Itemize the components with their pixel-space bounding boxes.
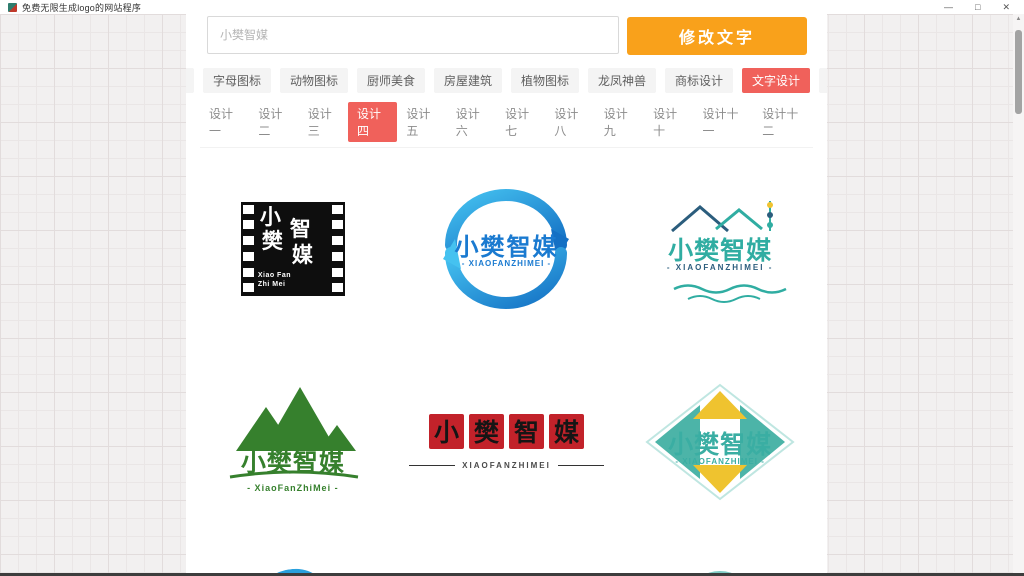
tab-letter-icons[interactable]: 字母图标 <box>203 68 271 93</box>
logo-cell-red-seal[interactable]: 小 樊 智 媒 XIAOFANZHIMEI <box>400 345 614 538</box>
text-edit-row: 修改文字 <box>186 14 827 55</box>
logo-latin-text: - XiaoFanZhiMei - <box>218 483 368 493</box>
tab-european-pattern[interactable]: 欧式花纹 <box>819 68 827 93</box>
tab-design-9[interactable]: 设计九 <box>595 102 644 142</box>
logo-char: 樊 <box>262 231 283 252</box>
seal-stamp: 樊 <box>469 414 504 449</box>
tab-text-design[interactable]: 文字设计 <box>742 68 810 93</box>
partial-blue-logo <box>261 566 325 573</box>
vertical-scrollbar[interactable]: ▲ <box>1013 14 1024 573</box>
tab-design-12[interactable]: 设计十二 <box>753 102 813 142</box>
app-icon <box>8 3 17 12</box>
seal-stamp: 媒 <box>549 414 584 449</box>
logo-cell-partial-middle[interactable] <box>400 538 614 573</box>
logo-grid: 小 樊 智 媒 Xiao Fan Zhi Mei <box>186 152 827 573</box>
seal-characters: 小 樊 智 媒 <box>429 414 584 449</box>
divider-line <box>558 465 604 466</box>
logo-cn-text: 小樊智媒 <box>645 425 795 461</box>
logo-cell-partial-right[interactable] <box>613 538 827 573</box>
category-tabs: 最新图标 字母图标 动物图标 厨师美食 房屋建筑 植物图标 龙凤神兽 商标设计 … <box>186 68 827 93</box>
green-mountain-logo: 小樊智媒 - XiaoFanZhiMei - <box>218 381 368 503</box>
tab-design-1[interactable]: 设计一 <box>200 102 249 142</box>
design-tabs: 设计一 设计二 设计三 设计四 设计五 设计六 设计七 设计八 设计九 设计十 … <box>200 102 813 148</box>
logo-cell-film-strip[interactable]: 小 樊 智 媒 Xiao Fan Zhi Mei <box>186 152 400 345</box>
logo-latin-text: - XIAOFANZHIMEI - <box>433 259 579 268</box>
film-logo-text: 小 樊 智 媒 Xiao Fan Zhi Mei <box>254 205 332 293</box>
diamond-logo: 小樊智媒 - XIAOFANZHIMEI - <box>645 381 795 503</box>
film-strip-logo: 小 樊 智 媒 Xiao Fan Zhi Mei <box>241 202 345 296</box>
tab-design-10[interactable]: 设计十 <box>644 102 693 142</box>
tab-design-5[interactable]: 设计五 <box>397 102 446 142</box>
tab-plant-icons[interactable]: 植物图标 <box>511 68 579 93</box>
divider-line <box>409 465 455 466</box>
tab-dragon-phoenix[interactable]: 龙凤神兽 <box>588 68 656 93</box>
logo-cn-text: 小樊智媒 <box>433 227 579 262</box>
tab-chef-food[interactable]: 厨师美食 <box>357 68 425 93</box>
window-controls: — □ ✕ <box>944 2 1018 12</box>
logo-cell-green-mountain[interactable]: 小樊智媒 - XiaoFanZhiMei - <box>186 345 400 538</box>
tab-design-6[interactable]: 设计六 <box>447 102 496 142</box>
logo-cell-partial-left[interactable] <box>186 538 400 573</box>
logo-cell-diamond[interactable]: 小樊智媒 - XIAOFANZHIMEI - <box>613 345 827 538</box>
minimize-button[interactable]: — <box>944 2 953 12</box>
scrollbar-thumb[interactable] <box>1015 30 1022 114</box>
logo-latin-text: Xiao Fan Zhi Mei <box>258 271 291 289</box>
red-seal-logo: 小 樊 智 媒 XIAOFANZHIMEI <box>409 414 604 470</box>
logo-char: 小 <box>260 207 281 228</box>
logo-latin-text: - XIAOFANZHIMEI - <box>644 263 796 272</box>
tab-latest-icons[interactable]: 最新图标 <box>186 68 194 93</box>
maximize-button[interactable]: □ <box>975 2 980 12</box>
seal-stamp: 智 <box>509 414 544 449</box>
seal-latin-row: XIAOFANZHIMEI <box>409 461 604 470</box>
logo-cn-text: 小樊智媒 <box>644 231 796 267</box>
tab-design-11[interactable]: 设计十一 <box>693 102 753 142</box>
film-holes-left <box>243 205 254 293</box>
modify-text-button[interactable]: 修改文字 <box>627 17 807 55</box>
logo-text-input[interactable] <box>207 16 619 54</box>
main-panel: 修改文字 最新图标 字母图标 动物图标 厨师美食 房屋建筑 植物图标 龙凤神兽 … <box>186 14 827 573</box>
window-title: 免费无限生成logo的网站程序 <box>22 1 141 14</box>
logo-char: 媒 <box>292 245 313 266</box>
tab-trademark-design[interactable]: 商标设计 <box>665 68 733 93</box>
logo-cell-teal-house[interactable]: 小樊智媒 - XIAOFANZHIMEI - <box>613 152 827 345</box>
teal-house-logo: 小樊智媒 - XIAOFANZHIMEI - <box>644 183 796 315</box>
seal-stamp: 小 <box>429 414 464 449</box>
blue-swirl-logo: 小樊智媒 - XIAOFANZHIMEI - <box>433 183 579 315</box>
tab-architecture[interactable]: 房屋建筑 <box>434 68 502 93</box>
logo-latin-text: - XIAOFANZHIMEI - <box>645 457 795 466</box>
tab-design-3[interactable]: 设计三 <box>299 102 348 142</box>
logo-cell-blue-swirl[interactable]: 小樊智媒 - XIAOFANZHIMEI - <box>400 152 614 345</box>
tab-animal-icons[interactable]: 动物图标 <box>280 68 348 93</box>
tab-design-4[interactable]: 设计四 <box>348 102 397 142</box>
tab-design-8[interactable]: 设计八 <box>545 102 594 142</box>
logo-char: 智 <box>290 219 311 240</box>
scroll-up-arrow-icon[interactable]: ▲ <box>1013 16 1024 22</box>
logo-cn-text: 小樊智媒 <box>218 443 368 479</box>
tab-design-7[interactable]: 设计七 <box>496 102 545 142</box>
window-titlebar: 免费无限生成logo的网站程序 — □ ✕ <box>0 0 1024 14</box>
close-button[interactable]: ✕ <box>1002 2 1010 12</box>
tab-design-2[interactable]: 设计二 <box>249 102 298 142</box>
film-holes-right <box>332 205 343 293</box>
logo-latin-text: XIAOFANZHIMEI <box>462 461 551 470</box>
